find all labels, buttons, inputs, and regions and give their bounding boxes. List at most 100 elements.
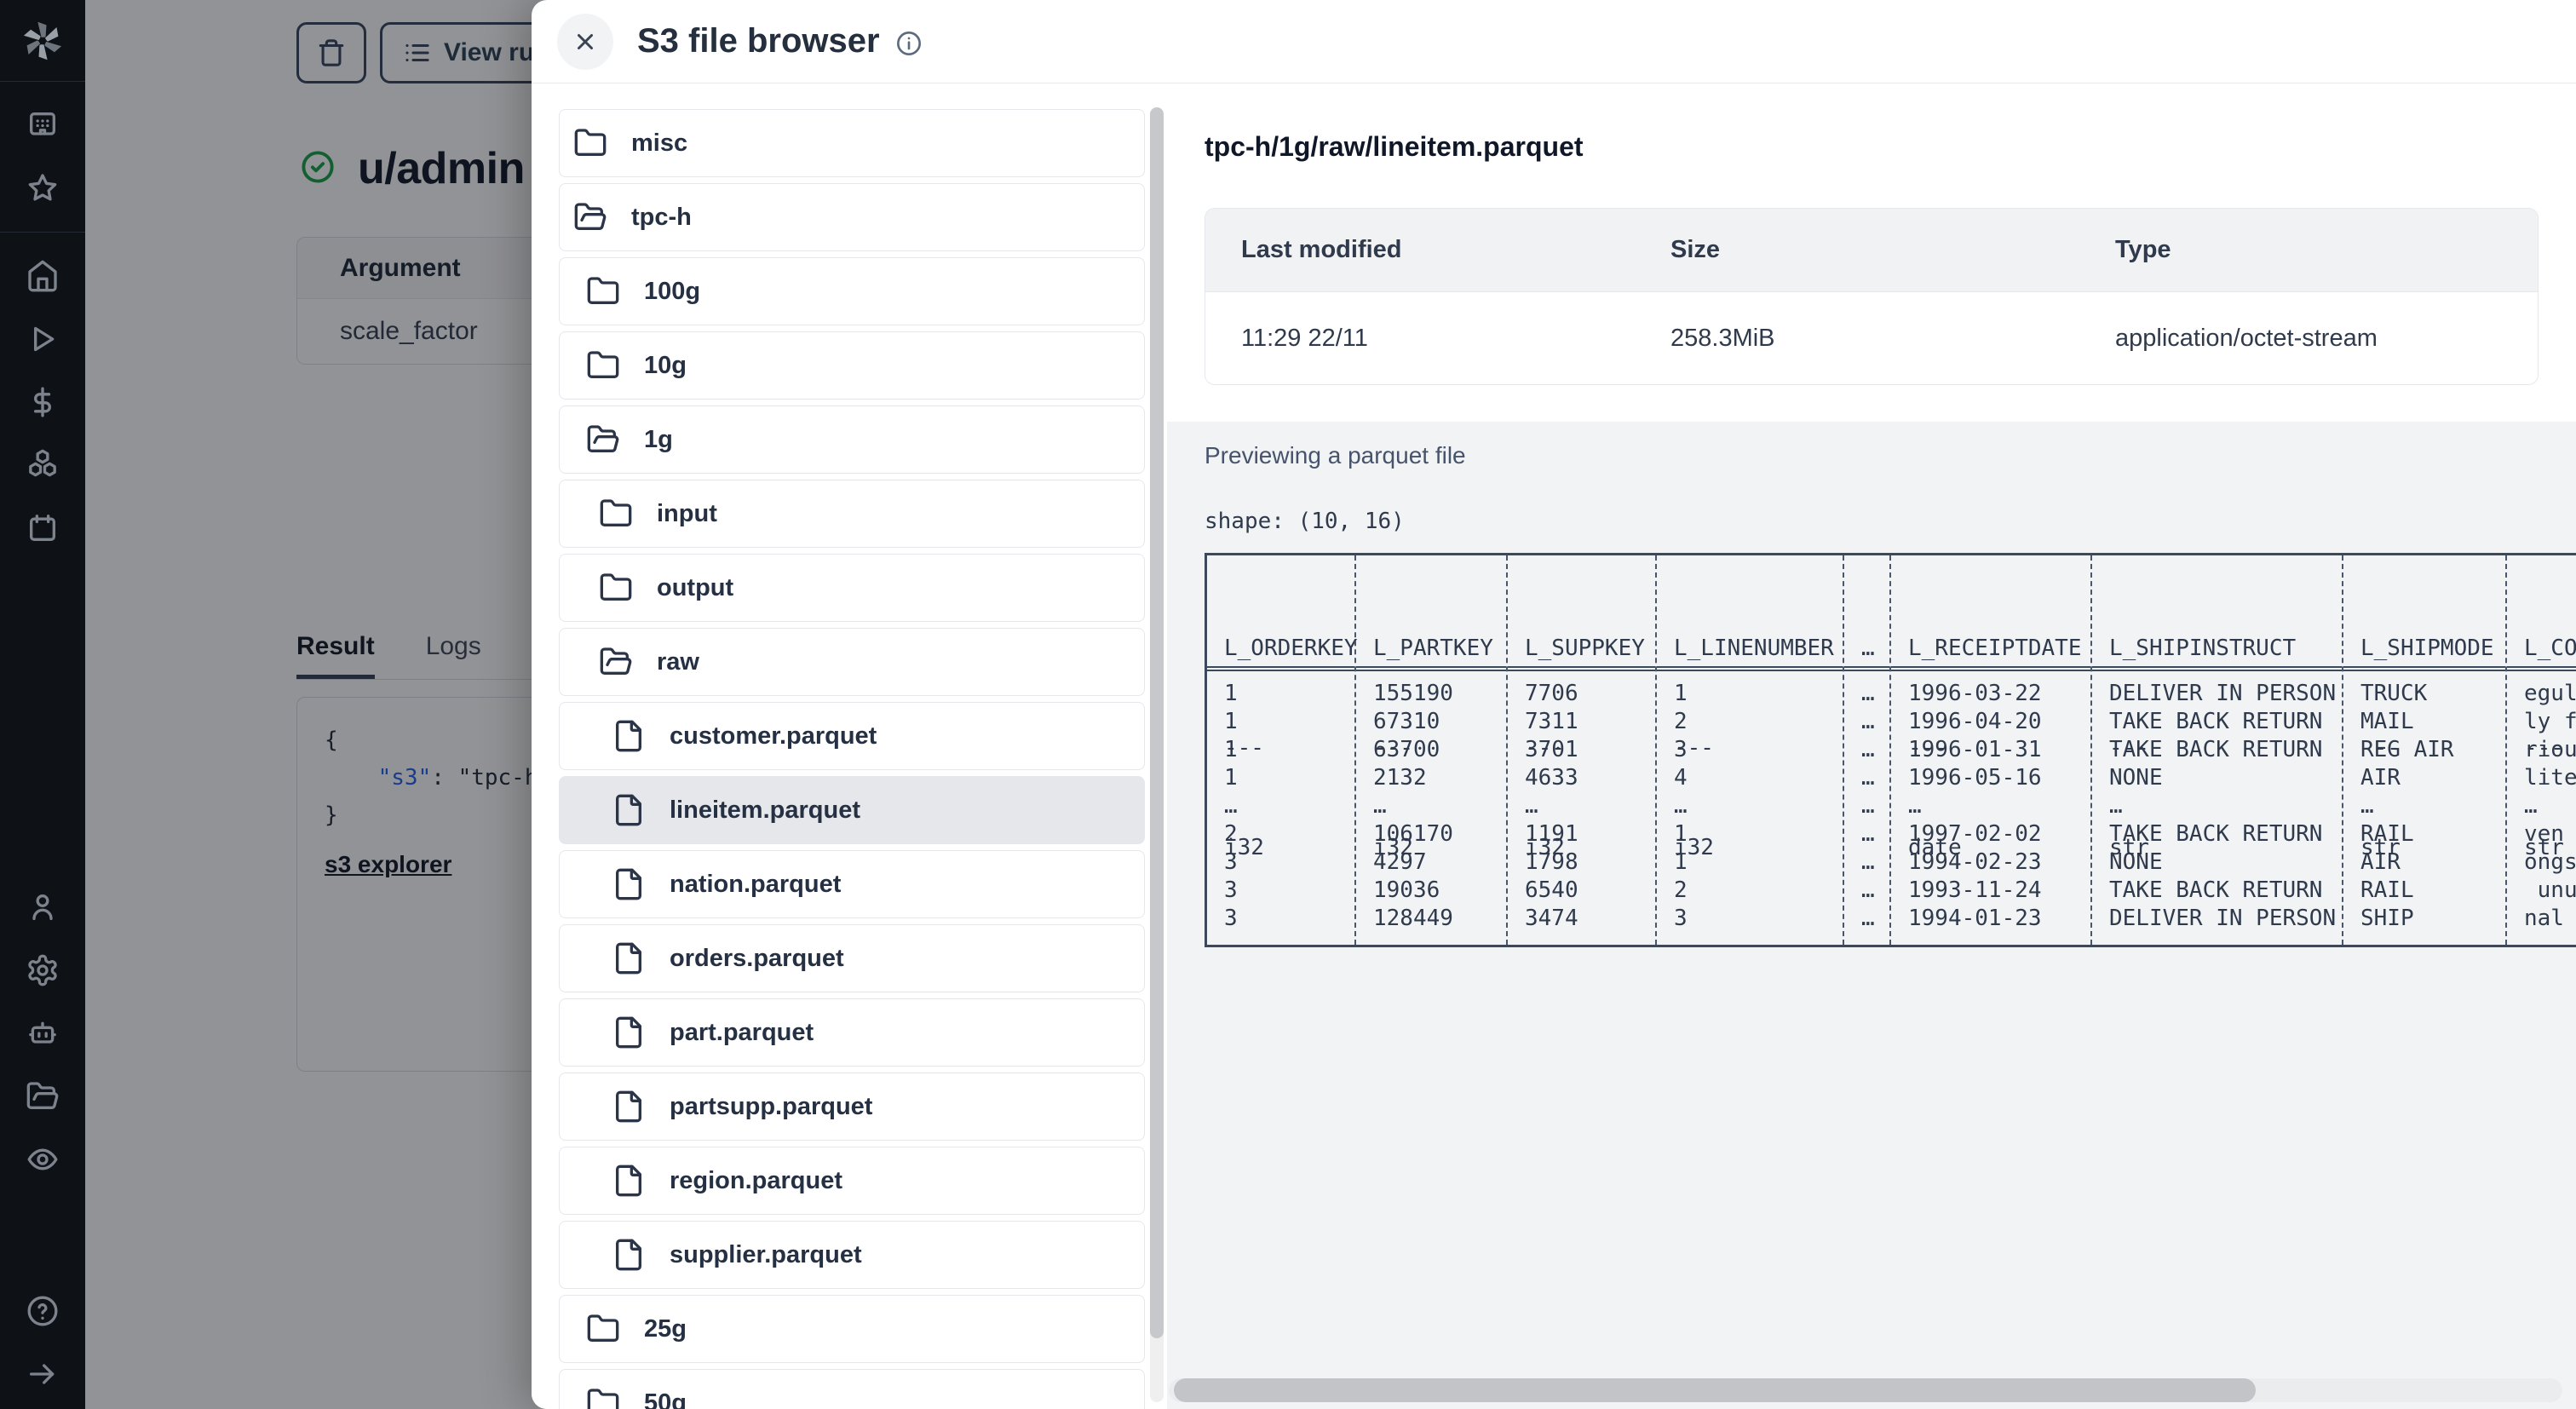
tree-item-part.parquet[interactable]: part.parquet xyxy=(559,998,1145,1067)
folder-icon xyxy=(586,1312,620,1346)
audit-eye-icon[interactable] xyxy=(25,1142,60,1177)
column-header: L_ORDERKEY --- i32 xyxy=(1207,555,1358,860)
preview-cell: riou xyxy=(2524,737,2576,762)
preview-cell: 1994-02-23 xyxy=(1908,849,2042,875)
file-icon xyxy=(612,719,646,753)
preview-cell: SHIP xyxy=(2360,906,2414,931)
preview-cell: DELIVER IN PERSON xyxy=(2109,906,2337,931)
preview-cell: lite xyxy=(2524,765,2576,791)
preview-cell: NONE xyxy=(2109,849,2163,875)
help-icon[interactable] xyxy=(25,1293,60,1329)
tree-item-output[interactable]: output xyxy=(559,554,1145,622)
meta-value-2: application/octet-stream xyxy=(2115,324,2378,352)
tree-item-1g[interactable]: 1g xyxy=(559,405,1145,474)
column-header: L_COMMENT --- str xyxy=(2507,555,2576,860)
windmill-logo-icon[interactable] xyxy=(0,0,85,82)
tree-item-nation.parquet[interactable]: nation.parquet xyxy=(559,850,1145,918)
preview-table-column-L_SHIPMODE: L_SHIPMODE --- str TRUCK MAIL REG AIR AIR… R… xyxy=(2342,555,2505,945)
preview-cell: 1798 xyxy=(1525,849,1578,875)
folder-icon xyxy=(586,274,620,308)
folder-icon xyxy=(586,1386,620,1409)
resources-boxes-icon[interactable] xyxy=(25,447,60,483)
settings-gear-icon[interactable] xyxy=(25,952,60,988)
tree-item-tpc-h[interactable]: tpc-h xyxy=(559,183,1145,251)
column-cells: 1996-03-22 1996-04-20 1996-01-31 1996-05-16… xyxy=(1891,671,2090,945)
preview-cell: 1997-02-02 xyxy=(1908,821,2042,847)
tree-item-25g[interactable]: 25g xyxy=(559,1295,1145,1363)
folder-open-icon xyxy=(573,200,607,234)
info-icon[interactable] xyxy=(895,26,923,57)
parquet-preview-table: L_ORDERKEY --- i32 1 1 1 1… 2 3 3 3 L_PARTKEY -… xyxy=(1205,553,2576,947)
tree-item-lineitem.parquet[interactable]: lineitem.parquet xyxy=(559,776,1145,844)
file-icon xyxy=(612,1164,646,1198)
tree-scrollbar-thumb[interactable] xyxy=(1150,107,1164,1338)
column-header: … xyxy=(1844,555,1889,671)
file-icon xyxy=(612,867,646,901)
column-header: L_SUPPKEY --- i32 xyxy=(1508,555,1655,860)
preview-cell: 155190 xyxy=(1373,681,1453,706)
favorites-star-icon[interactable] xyxy=(25,170,60,206)
column-name: L_RECEIPTDATE xyxy=(1908,635,2082,661)
tree-item-label: misc xyxy=(631,129,688,157)
column-name: … xyxy=(1861,635,1875,661)
tree-item-raw[interactable]: raw xyxy=(559,628,1145,696)
preview-cell: 3701 xyxy=(1525,737,1578,762)
sidebar-group-bottom xyxy=(0,1268,85,1409)
preview-cell: TAKE BACK RETURN xyxy=(2109,821,2323,847)
tree-item-region.parquet[interactable]: region.parquet xyxy=(559,1147,1145,1215)
preview-cell: RAIL xyxy=(2360,877,2414,903)
preview-cell: ven xyxy=(2524,821,2576,847)
users-icon[interactable] xyxy=(25,889,60,925)
tree-item-orders.parquet[interactable]: orders.parquet xyxy=(559,924,1145,992)
tree-item-partsupp.parquet[interactable]: partsupp.parquet xyxy=(559,1073,1145,1141)
folder-icon xyxy=(599,497,633,531)
tree-item-label: partsupp.parquet xyxy=(670,1092,873,1120)
tree-item-input[interactable]: input xyxy=(559,480,1145,548)
preview-cell: 1996-03-22 xyxy=(1908,681,2042,706)
tree-item-50g[interactable]: 50g xyxy=(559,1369,1145,1409)
schedules-calendar-icon[interactable] xyxy=(25,510,60,546)
folder-open-icon xyxy=(586,423,620,457)
file-meta-card: Last modified Size Type 11:29 22/11 258.3Mi… xyxy=(1205,208,2539,385)
preview-table-column-L_COMMENT: L_COMMENT --- str egully frioulite…ven o… xyxy=(2505,555,2576,945)
runs-play-icon[interactable] xyxy=(25,321,60,357)
meta-header-row: Last modified Size Type xyxy=(1205,209,2538,292)
tree-item-label: customer.parquet xyxy=(670,722,877,750)
tree-item-misc[interactable]: misc xyxy=(559,109,1145,177)
parquet-preview-section: Previewing a parquet file shape: (10, 16… xyxy=(1167,422,2576,1409)
preview-cell: ly f xyxy=(2524,709,2576,734)
preview-cell: AIR xyxy=(2360,765,2401,791)
tree-item-10g[interactable]: 10g xyxy=(559,331,1145,400)
file-icon xyxy=(612,793,646,827)
close-button[interactable] xyxy=(557,13,613,70)
horizontal-scrollbar-thumb[interactable] xyxy=(1174,1378,2256,1402)
collapse-arrow-icon[interactable] xyxy=(25,1356,60,1392)
modal-body: misc tpc-h 100g 10g 1g input output raw … xyxy=(532,83,2576,1409)
preview-cell: … xyxy=(1861,877,1875,903)
folders-icon[interactable] xyxy=(25,1078,60,1114)
tree-item-supplier.parquet[interactable]: supplier.parquet xyxy=(559,1221,1145,1289)
file-detail-pane: tpc-h/1g/raw/lineitem.parquet Last modif… xyxy=(1167,83,2576,1409)
tree-item-label: supplier.parquet xyxy=(670,1240,862,1268)
apps-icon[interactable] xyxy=(25,107,60,143)
preview-cell: 4297 xyxy=(1373,849,1427,875)
preview-cell: 128449 xyxy=(1373,906,1453,931)
preview-cell: 1993-11-24 xyxy=(1908,877,2042,903)
s3-file-browser-modal: S3 file browser misc tpc-h 100g 10g 1g i… xyxy=(532,0,2576,1409)
tree-item-100g[interactable]: 100g xyxy=(559,257,1145,325)
variables-dollar-icon[interactable] xyxy=(25,384,60,420)
preview-cell: 63700 xyxy=(1373,737,1440,762)
tree-item-customer.parquet[interactable]: customer.parquet xyxy=(559,702,1145,770)
preview-cell: 4 xyxy=(1674,765,1688,791)
preview-table-column-L_SHIPINSTRUCT: L_SHIPINSTRUCT --- str DELIVER IN PERSON… xyxy=(2090,555,2342,945)
file-icon xyxy=(612,1015,646,1050)
column-name: L_SUPPKEY xyxy=(1525,635,1645,661)
preview-cell: 1996-01-31 xyxy=(1908,737,2042,762)
preview-cell: 106170 xyxy=(1373,821,1453,847)
workers-robot-icon[interactable] xyxy=(25,1015,60,1051)
preview-label: Previewing a parquet file xyxy=(1205,442,1466,469)
column-name: L_SHIPMODE xyxy=(2360,635,2494,661)
home-icon[interactable] xyxy=(25,258,60,294)
meta-value-row: 11:29 22/11 258.3MiB application/octet-str… xyxy=(1205,292,2538,384)
folder-icon xyxy=(573,126,607,160)
